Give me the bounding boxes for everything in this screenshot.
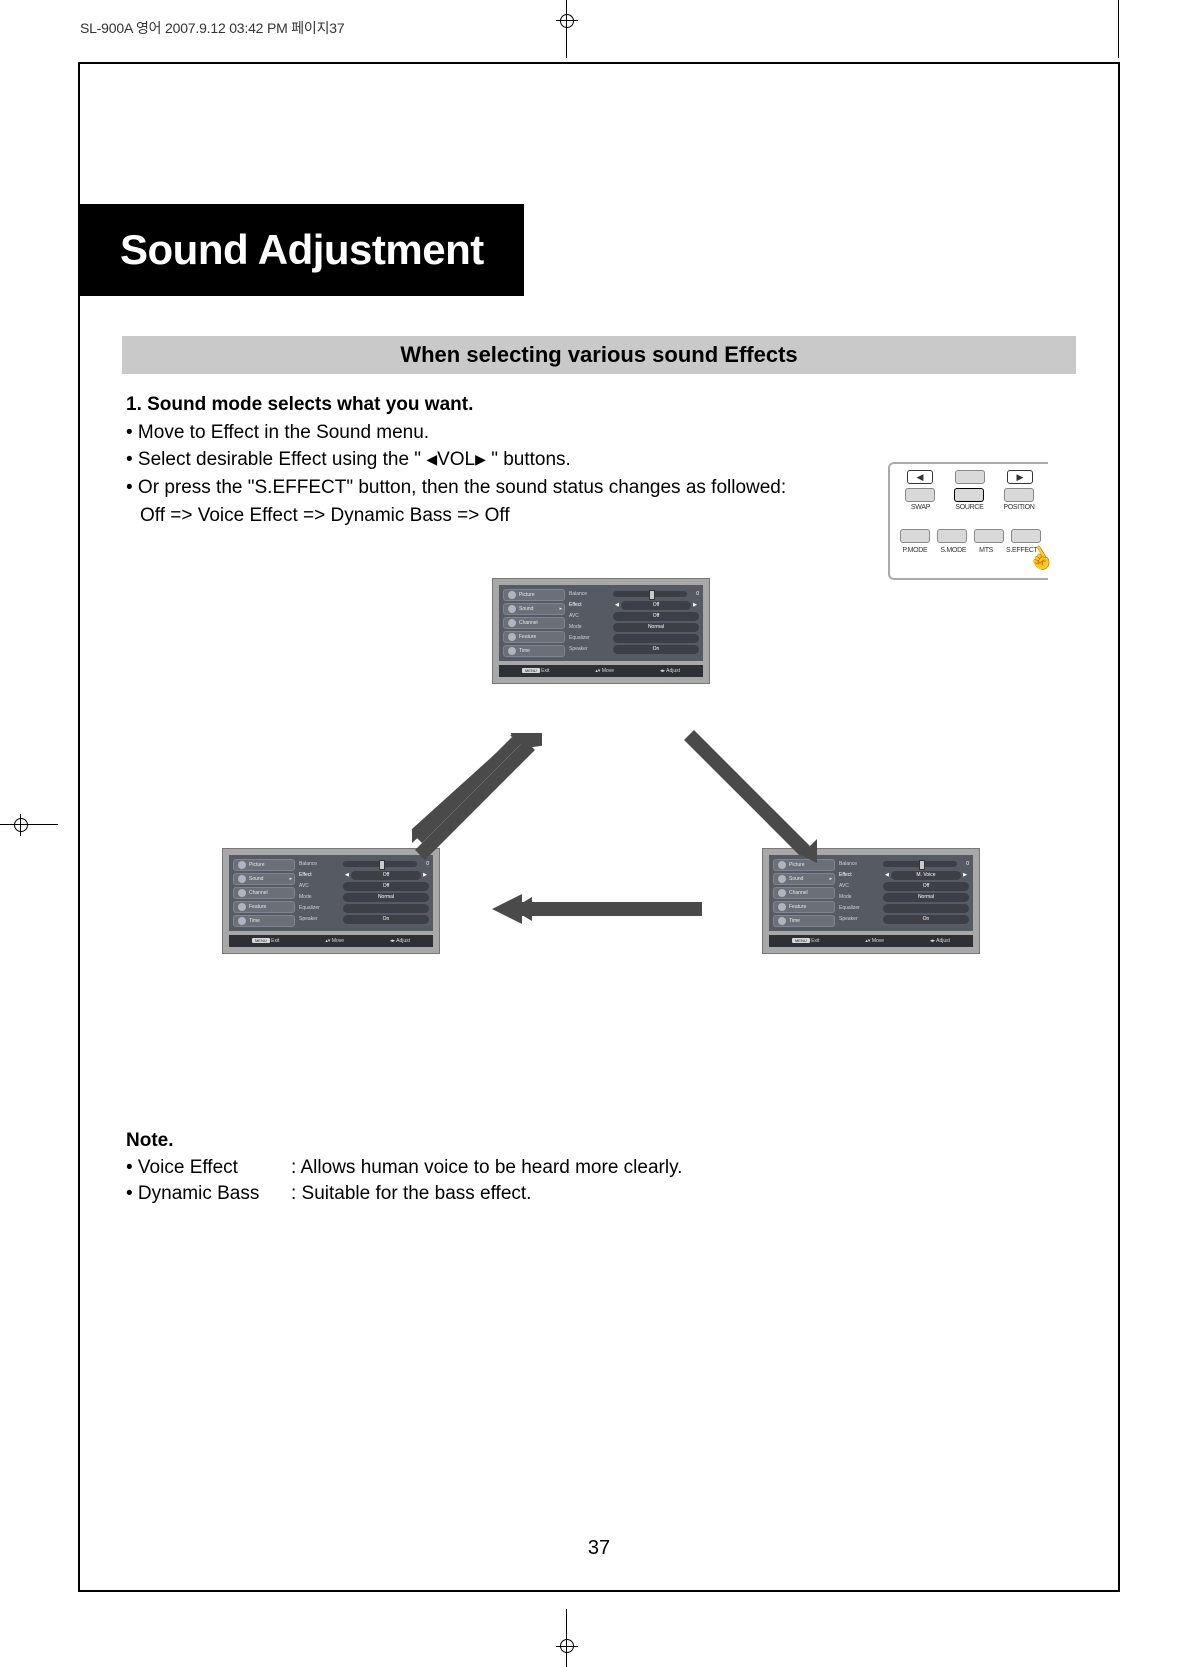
osd-menu-item: Feature [503,631,565,643]
note-key: • Voice Effect [126,1155,291,1182]
remote-right-arrow-icon: ▶ [1007,470,1033,484]
remote-button [955,470,985,484]
remote-label: S.MODE [940,547,966,554]
triangle-left-icon: ◀ [426,451,437,467]
page-title: Sound Adjustment [80,204,524,296]
print-header-strip: SL-900A 영어 2007.9.12 03:42 PM 페이지37 [80,18,344,38]
remote-label: MTS [979,547,993,554]
cycle-arrow-icon [492,894,712,924]
remote-button [937,529,967,543]
cycle-arrow-icon [677,723,817,863]
osd-screenshot: Picture Sound Channel Feature Time Balan… [762,848,980,954]
note-key: • Dynamic Bass [126,1181,291,1208]
cycle-arrow-icon [412,733,542,863]
osd-menu-item: Time [503,645,565,657]
text-fragment: " buttons. [486,449,571,470]
registration-mark-icon [14,818,28,832]
instruction-line: • Move to Effect in the Sound menu. [126,420,1076,446]
crop-mark [1118,0,1119,58]
remote-button [954,488,984,502]
text-fragment: • Select desirable Effect using the " [126,449,426,470]
page-number: 37 [80,1537,1118,1560]
osd-cycle-diagram: Picture Sound Channel Feature Time Balan… [122,578,1076,1068]
osd-screenshot: Picture Sound Channel Feature Time Balan… [222,848,440,954]
text-fragment: VOL [437,449,475,470]
remote-label: SWAP [911,504,930,511]
note-value: : Allows human voice to be heard more cl… [291,1155,682,1182]
osd-menu-item: Channel [503,617,565,629]
remote-left-arrow-icon: ◀ [907,470,933,484]
note-block: Note. • Voice Effect : Allows human voic… [122,1128,1076,1208]
registration-mark-icon [560,1639,574,1653]
osd-screenshot: Picture Sound Channel Feature Time Balan… [492,578,710,684]
remote-button [905,488,935,502]
osd-menu-item: Time [773,915,835,927]
section-heading: When selecting various sound Effects [122,336,1076,374]
crop-mark [566,0,567,58]
page-frame: Sound Adjustment When selecting various … [78,62,1120,1592]
remote-button [974,529,1004,543]
osd-menu-item: Picture [233,859,295,871]
osd-menu-item: Time [233,915,295,927]
remote-label: POSITION [1003,504,1034,511]
osd-menu-item: Picture [503,589,565,601]
osd-menu-item: Sound [503,603,565,615]
crop-mark [0,824,58,825]
remote-button [1011,529,1041,543]
osd-menu-item: Sound [233,873,295,885]
osd-menu-item: Feature [233,901,295,913]
triangle-right-icon: ▶ [475,451,486,467]
crop-mark [566,1609,567,1667]
remote-control-illustration: ◀ ▶ SWAP SOURCE POSITION P.MODE S.MODE M… [888,462,1048,580]
registration-mark-icon [560,14,574,28]
remote-button [900,529,930,543]
osd-menu-item: Channel [773,887,835,899]
osd-menu-item: Sound [773,873,835,885]
remote-label: SOURCE [955,504,983,511]
osd-menu-item: Channel [233,887,295,899]
osd-menu-item: Feature [773,901,835,913]
note-heading: Note. [126,1128,1076,1155]
remote-button [1004,488,1034,502]
step-heading: 1. Sound mode selects what you want. [126,392,1076,418]
note-value: : Suitable for the bass effect. [291,1181,531,1208]
remote-label: P.MODE [902,547,927,554]
